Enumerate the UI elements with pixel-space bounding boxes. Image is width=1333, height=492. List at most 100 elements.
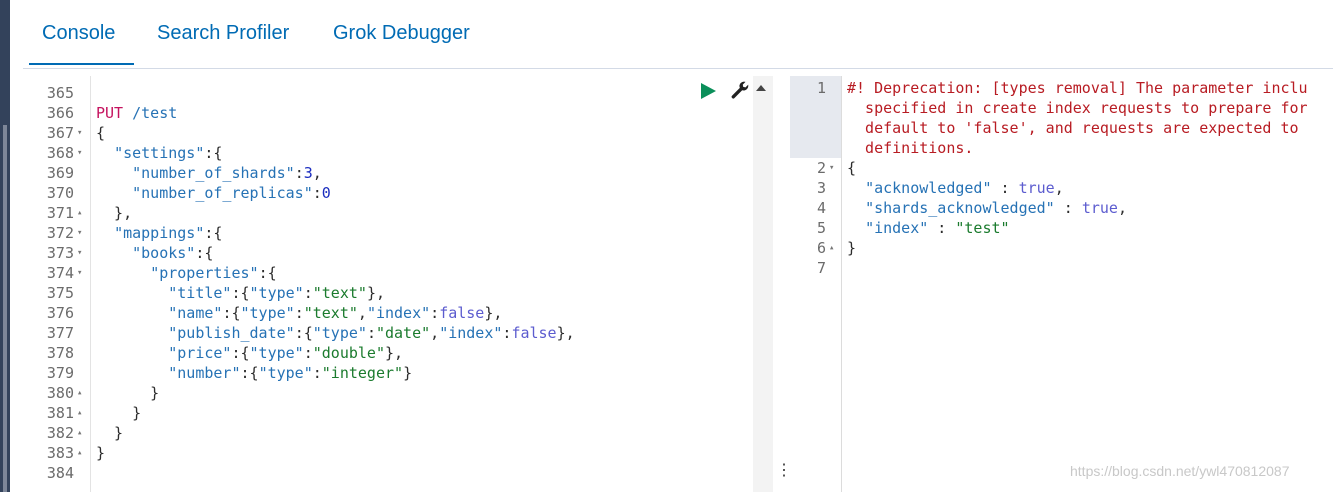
editor-line: 371 ▴ }, xyxy=(32,203,752,223)
fold-open-icon[interactable]: ▾ xyxy=(77,269,82,278)
editor-scrollbar[interactable] xyxy=(753,76,773,492)
editor-line: 372 ▾ "mappings":{ xyxy=(32,223,752,243)
left-gap xyxy=(10,0,23,492)
code-token: : xyxy=(991,179,1019,197)
code-token: "books" xyxy=(132,244,196,262)
code-token: { xyxy=(847,159,857,177)
code-token: } xyxy=(96,384,160,402)
fold-open-icon[interactable]: ▾ xyxy=(829,164,834,173)
fold-close-icon[interactable]: ▴ xyxy=(77,429,82,438)
fold-close-icon[interactable]: ▴ xyxy=(77,449,82,458)
line-number: 377 xyxy=(46,324,74,342)
code-token: : xyxy=(312,364,322,382)
editor-line: 376 "name":{"type":"text","index":false}… xyxy=(32,303,752,323)
code-token: : xyxy=(430,304,440,322)
code-token: 0 xyxy=(321,184,331,202)
output-line: 1 #! Deprecation: [types removal] The par… xyxy=(790,78,1333,98)
editor-line: 379 "number":{"type":"integer"} xyxy=(32,363,752,383)
tab-grok-debugger[interactable]: Grok Debugger xyxy=(333,22,470,53)
line-number: 3 xyxy=(816,179,826,197)
line-number: 375 xyxy=(46,284,74,302)
line-number: 374 xyxy=(46,264,74,282)
code-token: } xyxy=(96,424,124,442)
output-line: default to 'false', and requests are exp… xyxy=(790,118,1333,138)
output-line: 5 "index" : "test" xyxy=(790,218,1333,238)
line-number: 365 xyxy=(46,84,74,102)
line-number: 5 xyxy=(816,219,826,237)
line-number: 383 xyxy=(46,444,74,462)
line-number: 6 xyxy=(816,239,826,257)
play-icon[interactable] xyxy=(701,83,716,99)
scroll-up-icon[interactable] xyxy=(756,85,766,91)
code-text: } xyxy=(96,423,123,443)
fold-open-icon[interactable]: ▾ xyxy=(77,249,82,258)
tab-search-profiler[interactable]: Search Profiler xyxy=(157,22,289,53)
code-text: "shards_acknowledged" : true, xyxy=(847,198,1127,218)
code-token: true xyxy=(1081,199,1118,217)
editor-line: 377 "publish_date":{"type":"date","index… xyxy=(32,323,752,343)
line-number: 370 xyxy=(46,184,74,202)
editor-line: 369 "number_of_shards":3, xyxy=(32,163,752,183)
code-token: "price" xyxy=(168,344,232,362)
code-token: } xyxy=(96,444,106,462)
code-token: : xyxy=(312,184,322,202)
code-token: :{ xyxy=(294,324,313,342)
code-token: default to 'false', and requests are exp… xyxy=(847,119,1308,137)
editor-line: 375 "title":{"type":"text"}, xyxy=(32,283,752,303)
editor-line: 383 ▴} xyxy=(32,443,752,463)
code-token: "date" xyxy=(375,324,431,342)
wrench-icon[interactable] xyxy=(729,80,751,102)
code-token: "shards_acknowledged" xyxy=(865,199,1055,217)
code-token: "type" xyxy=(249,284,304,302)
editor-line: 378 "price":{"type":"double"}, xyxy=(32,343,752,363)
code-text: "settings":{ xyxy=(96,143,222,163)
fold-close-icon[interactable]: ▴ xyxy=(77,409,82,418)
fold-open-icon[interactable]: ▾ xyxy=(77,229,82,238)
left-scroll-thumb[interactable] xyxy=(3,125,7,492)
code-token: : xyxy=(294,164,304,182)
code-token: "type" xyxy=(258,364,313,382)
line-number: 376 xyxy=(46,304,74,322)
editor-line: 374 ▾ "properties":{ xyxy=(32,263,752,283)
code-token: "number" xyxy=(168,364,241,382)
line-number: 372 xyxy=(46,224,74,242)
code-text: } xyxy=(96,443,105,463)
code-token: definitions. xyxy=(847,139,974,157)
output-line: 2 ▾ { xyxy=(790,158,1333,178)
code-token: : xyxy=(303,344,313,362)
code-text: default to 'false', and requests are exp… xyxy=(847,118,1308,138)
fold-close-icon[interactable]: ▴ xyxy=(829,244,834,253)
line-number: 2 xyxy=(816,159,826,177)
fold-open-icon[interactable]: ▾ xyxy=(77,149,82,158)
editor-line: 368 ▾ "settings":{ xyxy=(32,143,752,163)
output-line: 4 "shards_acknowledged" : true, xyxy=(790,198,1333,218)
code-token: } xyxy=(96,404,142,422)
code-text: "number_of_replicas":0 xyxy=(96,183,331,203)
fold-close-icon[interactable]: ▴ xyxy=(77,389,82,398)
request-editor[interactable]: 365 366 PUT /test 367 ▾{368 ▾ "settings":{369… xyxy=(32,76,753,492)
fold-close-icon[interactable]: ▴ xyxy=(77,209,82,218)
code-text: "books":{ xyxy=(96,243,213,263)
code-text: }, xyxy=(96,203,132,223)
line-number: 367 xyxy=(46,124,74,142)
line-number: 366 xyxy=(46,104,74,122)
code-text: "acknowledged" : true, xyxy=(847,178,1064,198)
code-token: :{ xyxy=(195,244,214,262)
code-token: "mappings" xyxy=(114,224,205,242)
tab-console[interactable]: Console xyxy=(28,22,135,65)
code-token: false xyxy=(511,324,557,342)
fold-open-icon[interactable]: ▾ xyxy=(77,129,82,138)
editor-line: 384 xyxy=(32,463,752,483)
line-number: 381 xyxy=(46,404,74,422)
